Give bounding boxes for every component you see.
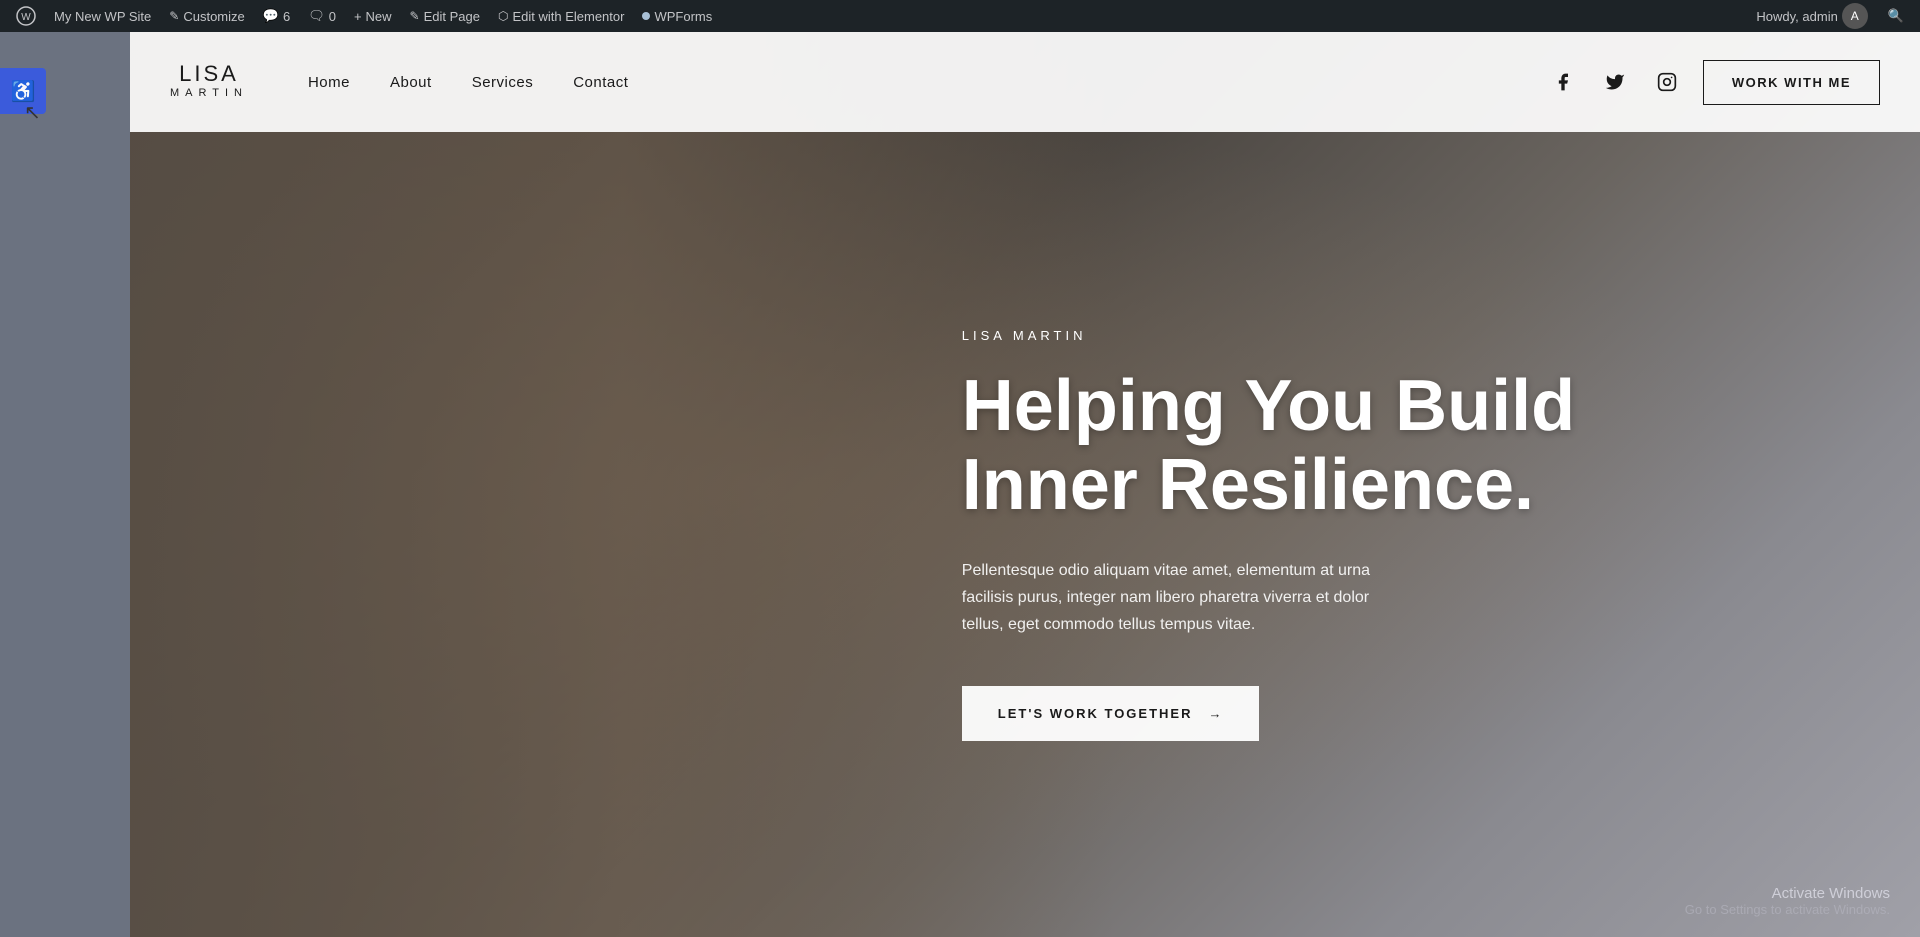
new-item[interactable]: + New [346, 0, 400, 32]
lets-work-label: LET'S WORK TOGETHER [998, 706, 1193, 721]
plus-icon: + [354, 9, 362, 24]
accessibility-icon: ♿ [11, 79, 36, 104]
search-admin-item[interactable]: 🔍 [1880, 0, 1912, 32]
comments-item[interactable]: 💬 6 [255, 0, 298, 32]
hero-headline: Helping You Build Inner Resilience. [962, 367, 1840, 525]
nav-links: Home About Services Contact [308, 74, 628, 91]
hero-headline-line1: Helping You Build [962, 366, 1575, 446]
nav-about[interactable]: About [390, 74, 432, 91]
site-logo[interactable]: LISA MARTIN [170, 63, 248, 102]
wpforms-item[interactable]: WPForms [634, 0, 720, 32]
edit-page-item[interactable]: ✎ Edit Page [402, 0, 488, 32]
wpforms-dot [642, 12, 650, 20]
edit-page-icon: ✎ [410, 9, 420, 23]
admin-bar-right: Howdy, admin A 🔍 [1748, 0, 1912, 32]
wpforms-label: WPForms [654, 9, 712, 24]
facebook-icon[interactable] [1547, 66, 1579, 98]
instagram-icon[interactable] [1651, 66, 1683, 98]
hero-headline-line2: Inner Resilience. [962, 445, 1534, 525]
howdy-label: Howdy, admin [1756, 9, 1837, 24]
svg-text:W: W [21, 12, 31, 23]
site-name-item[interactable]: My New WP Site [46, 0, 159, 32]
logo-surname: MARTIN [170, 85, 248, 102]
logo-name: LISA [179, 63, 239, 85]
wp-logo-item[interactable]: W [8, 0, 44, 32]
customize-item[interactable]: ✎ Customize [161, 0, 252, 32]
site-name-label: My New WP Site [54, 9, 151, 24]
main-navbar: LISA MARTIN Home About Services Contact [130, 32, 1920, 132]
site-wrapper: LISA MARTIN Home About Services Contact [130, 32, 1920, 937]
elementor-item[interactable]: ⬡ Edit with Elementor [490, 0, 632, 32]
hero-description: Pellentesque odio aliquam vitae amet, el… [962, 557, 1382, 639]
comments-count: 6 [283, 9, 290, 24]
nav-home[interactable]: Home [308, 74, 350, 91]
search-admin-icon: 🔍 [1888, 8, 1904, 24]
nav-contact[interactable]: Contact [573, 74, 628, 91]
work-with-me-button[interactable]: WORK WITH ME [1703, 60, 1880, 105]
hero-name: LISA MARTIN [962, 328, 1840, 343]
hero-section: LISA MARTIN Home About Services Contact [130, 32, 1920, 937]
new-label: New [366, 9, 392, 24]
elementor-label: Edit with Elementor [512, 9, 624, 24]
customize-icon: ✎ [169, 9, 179, 23]
twitter-icon[interactable] [1599, 66, 1631, 98]
admin-bar: W My New WP Site ✎ Customize 💬 6 🗨 0 + N… [0, 0, 1920, 32]
nav-right: WORK WITH ME [1547, 60, 1880, 105]
comments-icon: 💬 [263, 8, 279, 24]
howdy-item[interactable]: Howdy, admin A [1748, 0, 1875, 32]
elementor-icon: ⬡ [498, 9, 508, 23]
left-panel [0, 0, 130, 937]
messages-icon: 🗨 [308, 8, 325, 24]
customize-label: Customize [183, 9, 244, 24]
user-avatar: A [1842, 3, 1868, 29]
nav-services[interactable]: Services [472, 74, 534, 91]
hero-content: LISA MARTIN Helping You Build Inner Resi… [882, 132, 1920, 937]
messages-count: 0 [329, 9, 336, 24]
arrow-icon: → [1208, 706, 1223, 721]
lets-work-together-button[interactable]: LET'S WORK TOGETHER → [962, 686, 1260, 741]
edit-page-label: Edit Page [424, 9, 480, 24]
messages-item[interactable]: 🗨 0 [300, 0, 344, 32]
accessibility-button[interactable]: ♿ [0, 68, 46, 114]
